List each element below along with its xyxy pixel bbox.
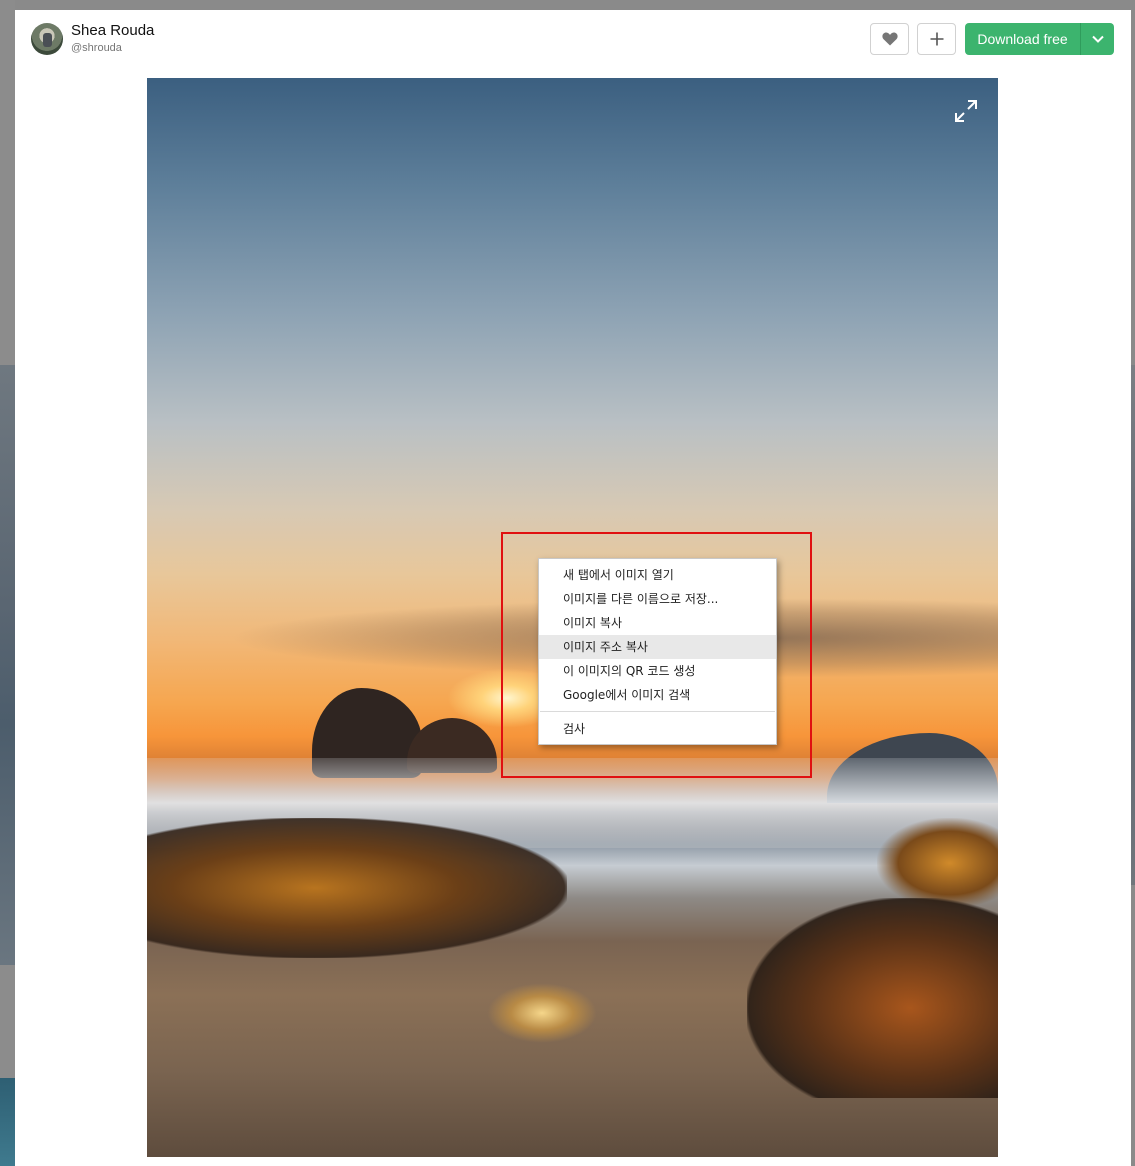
menu-item-inspect[interactable]: 검사 (539, 717, 776, 741)
menu-separator (540, 711, 775, 712)
menu-item-save-image-as[interactable]: 이미지를 다른 이름으로 저장... (539, 587, 776, 611)
modal-header: Shea Rouda @shrouda Download free (15, 10, 1131, 68)
chevron-down-icon (1091, 35, 1104, 43)
menu-item-create-qr-code[interactable]: 이 이미지의 QR 코드 생성 (539, 659, 776, 683)
author-name[interactable]: Shea Rouda (71, 22, 154, 39)
photo-shell (487, 983, 597, 1043)
download-button-group: Download free (965, 23, 1114, 55)
background-thumbnail (0, 365, 15, 965)
menu-item-search-google[interactable]: Google에서 이미지 검색 (539, 683, 776, 707)
menu-item-open-image-new-tab[interactable]: 새 탭에서 이미지 열기 (539, 563, 776, 587)
plus-icon (930, 32, 943, 46)
photo-kelp (877, 818, 998, 908)
photo-kelp (147, 818, 567, 958)
add-to-collection-button[interactable] (917, 23, 956, 55)
heart-icon (881, 32, 898, 46)
expand-icon[interactable] (953, 98, 979, 124)
author-avatar[interactable] (31, 23, 63, 55)
menu-item-copy-image-address[interactable]: 이미지 주소 복사 (539, 635, 776, 659)
background-thumbnail (0, 1078, 15, 1166)
context-menu: 새 탭에서 이미지 열기 이미지를 다른 이름으로 저장... 이미지 복사 이… (538, 558, 777, 745)
like-button[interactable] (870, 23, 909, 55)
author-handle[interactable]: @shrouda (71, 42, 122, 54)
menu-item-copy-image[interactable]: 이미지 복사 (539, 611, 776, 635)
download-options-button[interactable] (1081, 23, 1114, 55)
photo-kelp (747, 898, 998, 1098)
download-button[interactable]: Download free (965, 23, 1080, 55)
